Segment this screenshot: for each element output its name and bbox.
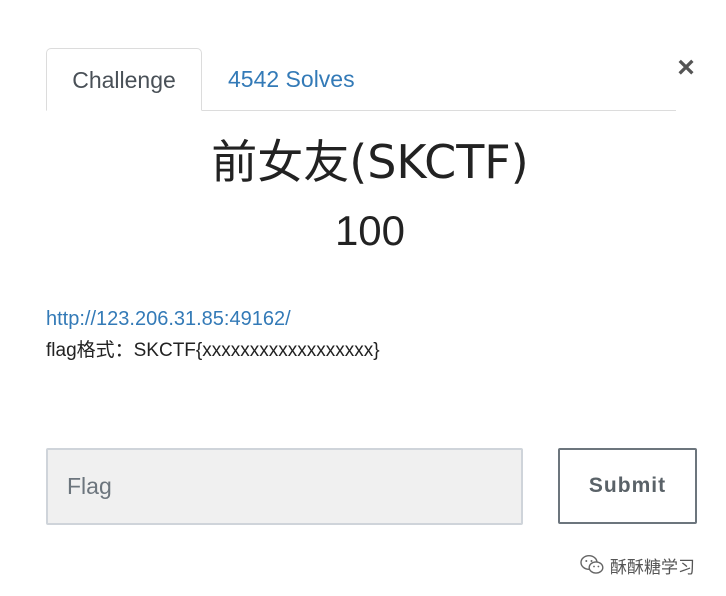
challenge-modal: Challenge 4542 Solves × 前女友(SKCTF) 100 h… xyxy=(0,0,726,596)
challenge-tabs: Challenge 4542 Solves xyxy=(46,48,676,111)
watermark-text: 酥酥糖学习 xyxy=(610,557,695,578)
challenge-description: http://123.206.31.85:49162/ flag格式：SKCTF… xyxy=(46,304,380,366)
challenge-link[interactable]: http://123.206.31.85:49162/ xyxy=(46,304,380,335)
tab-challenge[interactable]: Challenge xyxy=(46,48,202,111)
close-icon[interactable]: × xyxy=(674,52,698,84)
challenge-title: 前女友(SKCTF) xyxy=(211,135,529,189)
wechat-icon xyxy=(580,554,604,574)
submit-button[interactable]: Submit xyxy=(558,448,697,524)
flag-format-text: flag格式：SKCTF{xxxxxxxxxxxxxxxxxx} xyxy=(46,340,380,361)
flag-input[interactable] xyxy=(46,448,523,525)
challenge-points: 100 xyxy=(334,207,406,254)
watermark: 酥酥糖学习 xyxy=(580,551,695,579)
tab-solves[interactable]: 4542 Solves xyxy=(228,48,355,110)
